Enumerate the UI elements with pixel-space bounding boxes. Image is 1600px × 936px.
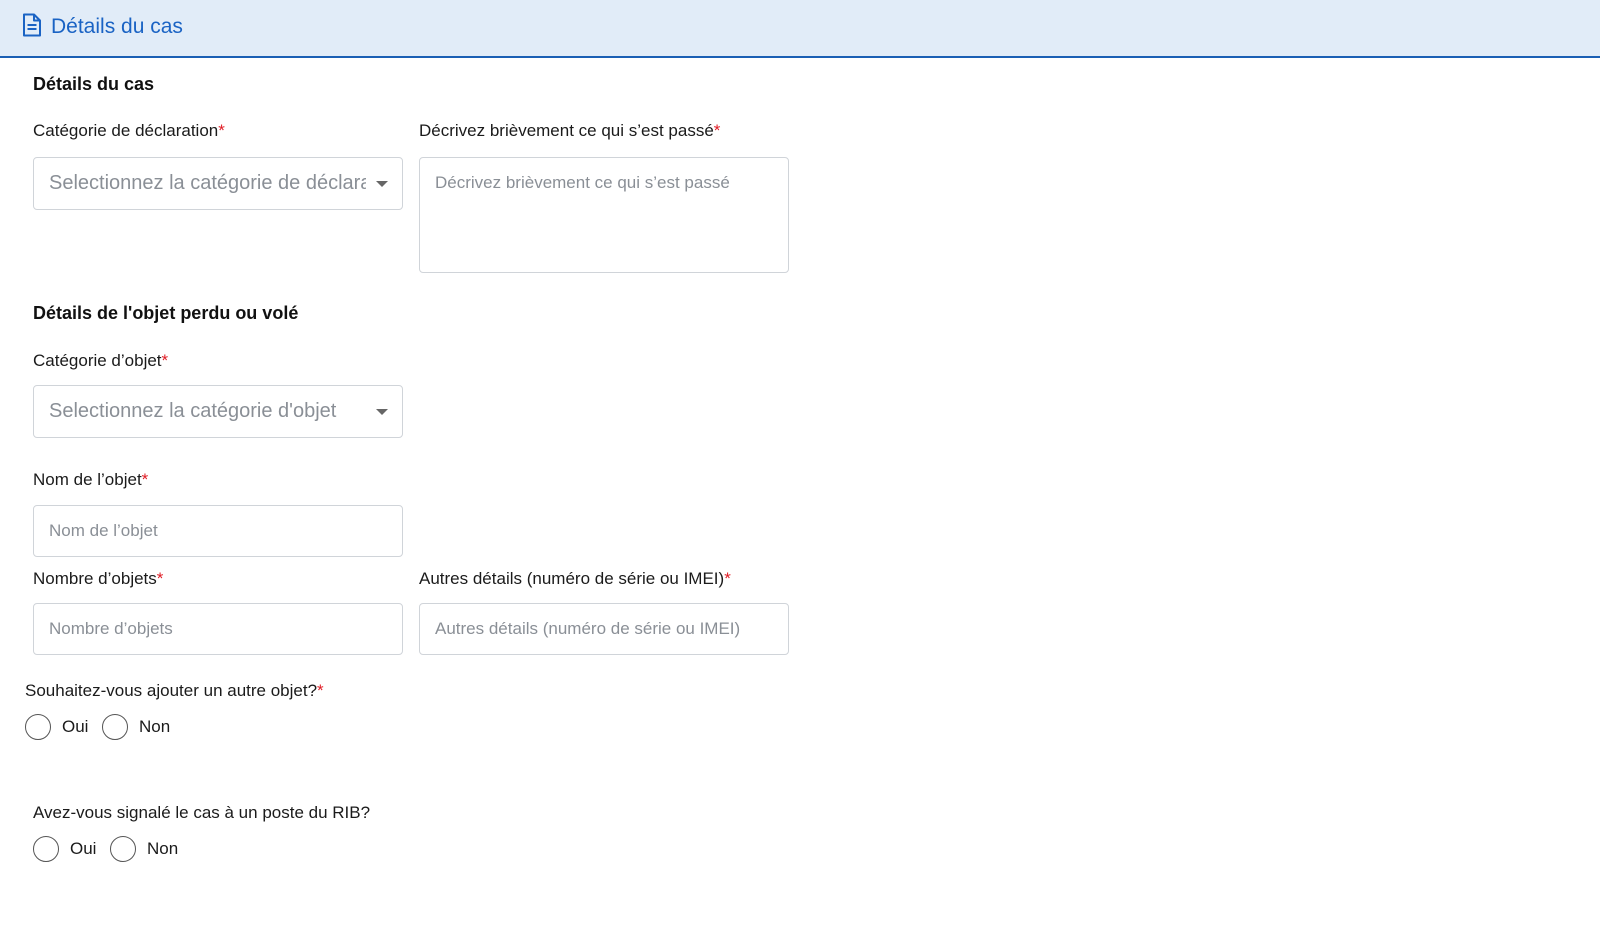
add-another-no-label[interactable]: Non bbox=[139, 717, 170, 737]
object-name-placeholder: Nom de l’objet bbox=[49, 521, 158, 540]
declaration-category-select[interactable]: Selectionnez la catégorie de déclaration bbox=[33, 157, 403, 210]
add-another-no-radio[interactable] bbox=[102, 714, 128, 740]
chevron-down-icon bbox=[376, 409, 388, 415]
object-count-placeholder: Nombre d’objets bbox=[49, 619, 173, 638]
section-title-object-details: Détails de l'objet perdu ou volé bbox=[33, 303, 299, 323]
object-count-label: Nombre d’objets* bbox=[33, 569, 164, 588]
description-label: Décrivez brièvement ce qui s’est passé* bbox=[419, 121, 721, 140]
other-details-placeholder: Autres détails (numéro de série ou IMEI) bbox=[435, 619, 741, 638]
other-details-input[interactable]: Autres détails (numéro de série ou IMEI) bbox=[419, 603, 789, 655]
declaration-category-label: Catégorie de déclaration* bbox=[33, 121, 225, 140]
reported-rib-yes-label[interactable]: Oui bbox=[70, 839, 96, 859]
page-title: Détails du cas bbox=[51, 15, 183, 38]
reported-rib-question: Avez-vous signalé le cas à un poste du R… bbox=[33, 803, 371, 822]
reported-rib-yes-radio[interactable] bbox=[33, 836, 59, 862]
other-details-label: Autres détails (numéro de série ou IMEI)… bbox=[419, 569, 731, 588]
page-header: Détails du cas bbox=[0, 0, 1600, 58]
object-category-placeholder: Selectionnez la catégorie d'objet bbox=[49, 400, 337, 422]
chevron-down-icon bbox=[376, 181, 388, 187]
object-count-input[interactable]: Nombre d’objets bbox=[33, 603, 403, 655]
object-name-input[interactable]: Nom de l’objet bbox=[33, 505, 403, 557]
add-another-yes-radio[interactable] bbox=[25, 714, 51, 740]
reported-rib-no-radio[interactable] bbox=[110, 836, 136, 862]
reported-rib-no-label[interactable]: Non bbox=[147, 839, 178, 859]
object-category-label: Catégorie d’objet* bbox=[33, 351, 169, 370]
document-icon bbox=[23, 13, 41, 37]
add-another-yes-label[interactable]: Oui bbox=[62, 717, 88, 737]
reported-rib-radio-group: Oui Non bbox=[33, 836, 193, 864]
object-category-select[interactable]: Selectionnez la catégorie d'objet bbox=[33, 385, 403, 438]
description-textarea[interactable]: Décrivez brièvement ce qui s’est passé bbox=[419, 157, 789, 273]
add-another-object-radio-group: Oui Non bbox=[25, 714, 185, 742]
declaration-category-placeholder: Selectionnez la catégorie de déclaration bbox=[49, 172, 366, 194]
section-title-case-details: Détails du cas bbox=[33, 74, 155, 94]
add-another-object-question: Souhaitez-vous ajouter un autre objet?* bbox=[25, 681, 324, 700]
object-name-label: Nom de l’objet* bbox=[33, 470, 149, 489]
description-placeholder: Décrivez brièvement ce qui s’est passé bbox=[435, 173, 730, 192]
